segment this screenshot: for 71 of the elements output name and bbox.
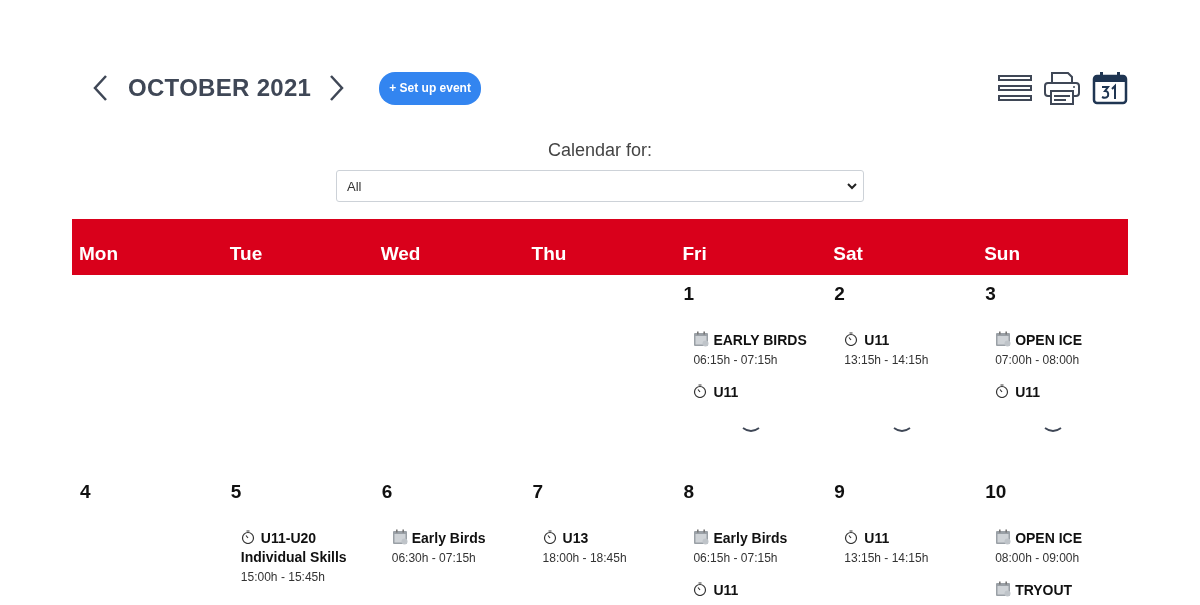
event-time: 06:30h - 07:15h bbox=[391, 551, 477, 565]
event-title: TRYOUT bbox=[995, 581, 1124, 600]
day-number: 1 bbox=[683, 283, 694, 304]
day-number: 4 bbox=[80, 481, 91, 502]
chevron-left-icon bbox=[92, 74, 108, 102]
weekday-label: Sun bbox=[983, 241, 1022, 265]
month-view-button[interactable] bbox=[1092, 71, 1128, 105]
calendar-icon bbox=[693, 529, 710, 545]
weekday-label: Mon bbox=[78, 241, 120, 265]
event-time: 07:00h - 08:00h bbox=[995, 353, 1081, 367]
expand-button[interactable] bbox=[1043, 427, 1062, 434]
stopwatch-icon bbox=[844, 530, 859, 544]
chevron-down-icon bbox=[741, 427, 760, 434]
stopwatch-icon bbox=[693, 582, 708, 596]
event-title: OPEN ICE bbox=[995, 529, 1124, 548]
expand-button[interactable] bbox=[892, 427, 911, 434]
event-title: Early Birds bbox=[693, 529, 822, 548]
calendar-for-label: Calendar for: bbox=[547, 140, 653, 161]
event-title: U11 bbox=[844, 529, 973, 548]
month-title: OCTOBER 2021 bbox=[128, 74, 312, 102]
event-title: U11 bbox=[995, 383, 1124, 402]
event-title: U11 bbox=[844, 331, 973, 350]
event-time: 06:15h - 07:15h bbox=[693, 353, 779, 367]
stopwatch-icon bbox=[542, 530, 557, 544]
calendar-select[interactable]: All bbox=[336, 170, 864, 202]
day-number: 8 bbox=[683, 481, 694, 502]
event-time: 18:00h - 18:45h bbox=[542, 551, 628, 565]
weekday-label: Wed bbox=[379, 241, 422, 265]
printer-icon bbox=[1044, 71, 1080, 105]
print-button[interactable] bbox=[1044, 71, 1080, 105]
event-title: U11 bbox=[693, 581, 822, 600]
menu-icon bbox=[998, 75, 1032, 101]
weekday-label: Thu bbox=[530, 241, 568, 265]
expand-button[interactable] bbox=[741, 427, 760, 434]
stopwatch-icon bbox=[844, 332, 859, 346]
weekday-label: Sat bbox=[832, 241, 864, 265]
list-view-button[interactable] bbox=[998, 75, 1032, 101]
event-time: 13:15h - 14:15h bbox=[844, 551, 930, 565]
weekday-label: Tue bbox=[228, 241, 264, 265]
stopwatch-icon bbox=[693, 384, 708, 398]
day-number: 3 bbox=[985, 283, 996, 304]
event-title: U13 bbox=[542, 529, 671, 548]
event-title: OPEN ICE bbox=[995, 331, 1124, 350]
event-title: Early Birds bbox=[391, 529, 520, 548]
event-time: 15:00h - 15:45h bbox=[240, 570, 326, 584]
day-number: 5 bbox=[230, 481, 242, 502]
event-title: U11-U20 Individual Skills bbox=[240, 529, 348, 567]
stopwatch-icon bbox=[995, 384, 1010, 398]
event-time: 08:00h - 09:00h bbox=[995, 551, 1081, 565]
event-title: EARLY BIRDS bbox=[693, 331, 822, 350]
event-time: 06:15h - 07:15h bbox=[693, 551, 779, 565]
chevron-down-icon bbox=[847, 182, 857, 190]
set-up-event-button[interactable]: + Set up event bbox=[379, 71, 481, 105]
stopwatch-icon bbox=[240, 530, 255, 544]
calendar-icon bbox=[995, 331, 1012, 347]
calendar-icon bbox=[1092, 71, 1128, 105]
day-number: 9 bbox=[834, 481, 845, 502]
day-number: 7 bbox=[532, 481, 544, 502]
calendar-icon bbox=[995, 529, 1012, 545]
day-number: 2 bbox=[834, 283, 845, 304]
chevron-down-icon bbox=[892, 427, 911, 434]
calendar-icon bbox=[995, 581, 1012, 597]
chevron-right-icon bbox=[329, 74, 346, 102]
event-title: U11 bbox=[693, 383, 822, 402]
chevron-down-icon bbox=[1043, 427, 1062, 434]
calendar-icon bbox=[391, 529, 408, 545]
calendar-icon bbox=[693, 331, 710, 347]
weekday-label: Fri bbox=[681, 241, 708, 265]
day-number: 10 bbox=[985, 481, 1007, 502]
event-time: 13:15h - 14:15h bbox=[844, 353, 930, 367]
day-number: 6 bbox=[381, 481, 393, 502]
